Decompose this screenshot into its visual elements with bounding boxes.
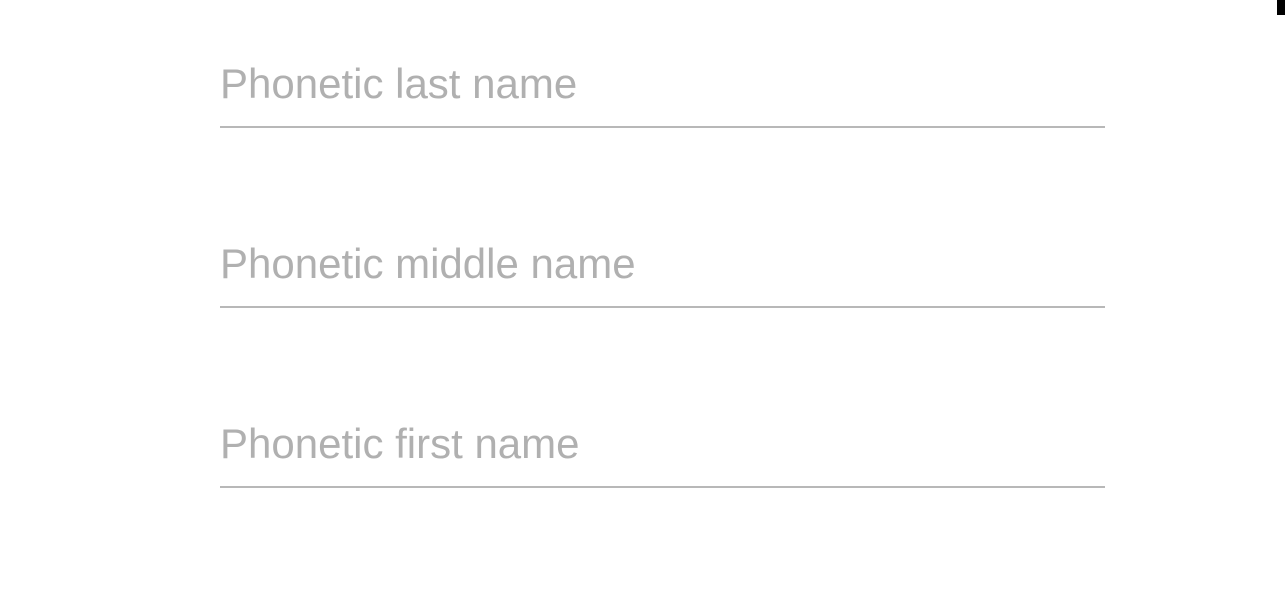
phonetic-middle-name-input[interactable] (220, 230, 1105, 308)
screen-edge (1277, 0, 1285, 15)
phonetic-first-name-input[interactable] (220, 410, 1105, 488)
contact-phonetic-name-form (0, 0, 1285, 558)
phonetic-last-name-input[interactable] (220, 50, 1105, 128)
